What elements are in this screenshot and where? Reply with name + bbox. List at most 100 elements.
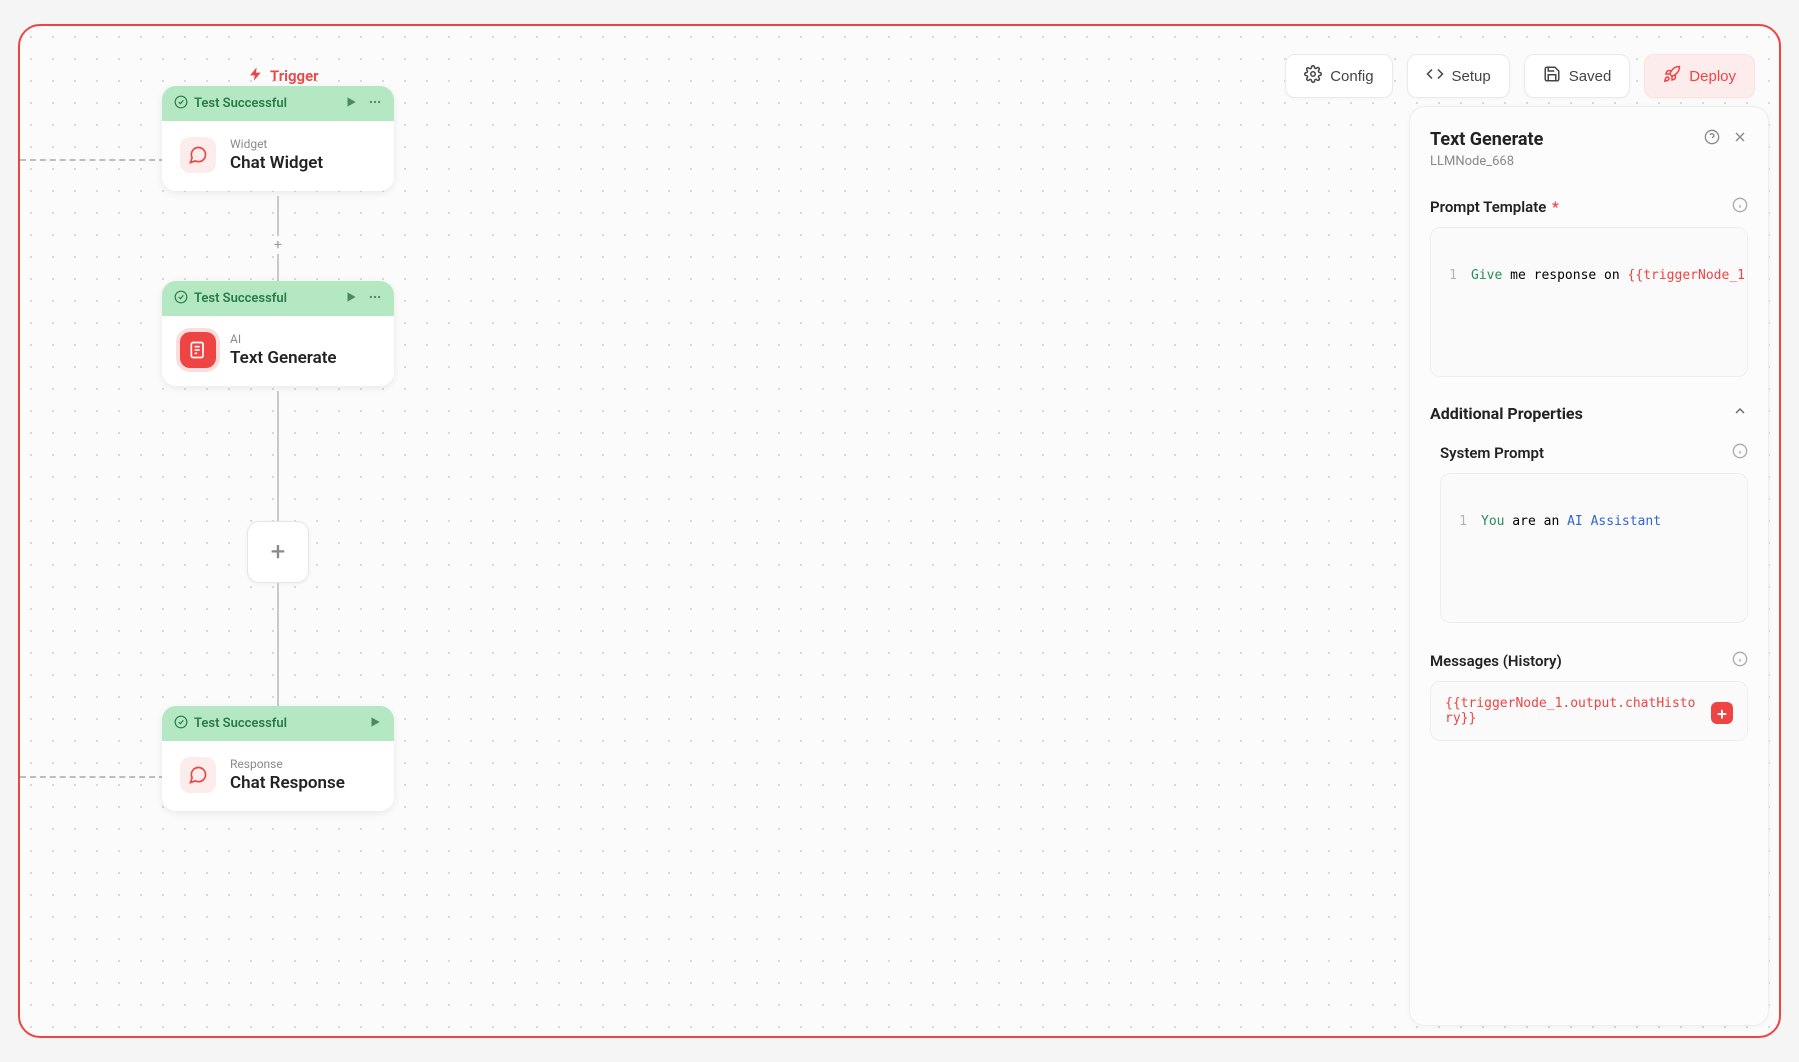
node-header-actions [368,714,382,733]
save-icon [1543,65,1561,87]
line-number: 1 [1431,268,1471,283]
node-chat-widget[interactable]: Test Successful Widget Chat Widget [162,86,394,191]
token-keyword: You [1481,514,1504,529]
rocket-icon [1663,65,1681,87]
add-connector-icon[interactable]: + [269,236,287,254]
deploy-button[interactable]: Deploy [1644,54,1755,98]
config-button[interactable]: Config [1285,54,1392,98]
additional-properties-accordion[interactable]: Additional Properties [1430,403,1748,423]
help-icon[interactable] [1704,129,1720,149]
panel-label-row: System Prompt [1440,443,1748,463]
play-icon[interactable] [344,289,358,308]
node-header-actions [344,94,382,113]
deploy-button-label: Deploy [1689,68,1736,85]
panel-header-actions [1704,129,1748,149]
node-status: Test Successful [174,95,287,113]
prompt-template-editor[interactable]: 1 Give me response on {{triggerNode_1.ou [1430,227,1748,377]
node-header: Test Successful [162,281,394,316]
check-circle-icon [174,95,188,113]
accordion-label: Additional Properties [1430,404,1583,423]
code-text: Give me response on {{triggerNode_1.ou [1471,268,1747,283]
check-circle-icon [174,715,188,733]
token-plain: are an [1504,514,1567,529]
ai-document-icon [180,332,216,368]
panel-header: Text Generate LLMNode_668 [1430,129,1748,169]
messages-history-value: {{triggerNode_1.output.chatHistory}} [1445,696,1701,726]
node-status: Test Successful [174,715,287,733]
messages-label: Messages (History) [1430,652,1562,670]
node-body: AI Text Generate [162,316,394,386]
prompt-template-label: Prompt Template * [1430,198,1559,216]
saved-button[interactable]: Saved [1524,54,1631,98]
code-text: You are an AI Assistant [1481,514,1747,529]
trigger-label: Trigger [248,66,319,86]
node-body: Response Chat Response [162,741,394,811]
node-header: Test Successful [162,86,394,121]
add-node-button[interactable]: + [247,521,309,583]
properties-panel: Text Generate LLMNode_668 Prompt Templat… [1409,106,1769,1026]
more-icon[interactable] [368,289,382,308]
node-texts: Response Chat Response [230,757,345,793]
node-title: Text Generate [230,348,337,368]
node-body: Widget Chat Widget [162,121,394,191]
node-title: Chat Response [230,773,345,793]
node-category: AI [230,332,337,346]
code-icon [1426,65,1444,87]
node-title: Chat Widget [230,153,323,173]
node-text-generate[interactable]: Test Successful AI Text Generate [162,281,394,386]
node-header-actions [344,289,382,308]
node-category: Widget [230,137,323,151]
bolt-icon [248,66,264,86]
chat-icon [180,757,216,793]
info-icon[interactable] [1732,443,1748,463]
connector-line [277,583,279,708]
dashed-connector-bottom [20,776,165,778]
node-status-text: Test Successful [194,96,287,111]
add-message-button[interactable]: + [1711,702,1733,724]
node-status-text: Test Successful [194,716,287,731]
system-prompt-section: System Prompt 1 You are an AI Assistant [1430,443,1748,623]
info-icon[interactable] [1732,651,1748,671]
more-icon[interactable] [368,94,382,113]
top-toolbar: Config Setup Saved Deploy [1285,54,1755,98]
trigger-label-text: Trigger [270,67,319,85]
panel-label-row: Prompt Template * [1430,197,1748,217]
token-plain: me response on [1502,268,1627,283]
workflow-canvas-frame: Config Setup Saved Deploy Trigger [18,24,1781,1038]
messages-history-section: Messages (History) {{triggerNode_1.outpu… [1430,651,1748,741]
system-prompt-editor[interactable]: 1 You are an AI Assistant [1440,473,1748,623]
required-marker: * [1552,198,1559,216]
dashed-connector-top [20,159,165,161]
token-variable: {{triggerNode_1.ou [1628,268,1747,283]
node-status: Test Successful [174,290,287,308]
token-identifier: AI Assistant [1567,514,1661,529]
play-icon[interactable] [368,714,382,733]
node-texts: AI Text Generate [230,332,337,368]
play-icon[interactable] [344,94,358,113]
check-circle-icon [174,290,188,308]
node-status-text: Test Successful [194,291,287,306]
messages-history-box[interactable]: {{triggerNode_1.output.chatHistory}} + [1430,681,1748,741]
close-icon[interactable] [1732,129,1748,149]
config-button-label: Config [1330,68,1373,85]
gear-icon [1304,65,1322,87]
panel-subtitle: LLMNode_668 [1430,154,1543,169]
prompt-template-label-text: Prompt Template [1430,198,1546,216]
prompt-template-section: Prompt Template * 1 Give me response on … [1430,197,1748,377]
system-prompt-label: System Prompt [1440,444,1544,462]
node-header: Test Successful [162,706,394,741]
node-texts: Widget Chat Widget [230,137,323,173]
node-chat-response[interactable]: Test Successful Response Chat Response [162,706,394,811]
saved-button-label: Saved [1569,68,1612,85]
panel-label-row: Messages (History) [1430,651,1748,671]
node-category: Response [230,757,345,771]
setup-button[interactable]: Setup [1407,54,1510,98]
code-line: 1 Give me response on {{triggerNode_1.ou [1431,268,1747,283]
connector-line [277,391,279,521]
code-line: 1 You are an AI Assistant [1441,514,1747,529]
chat-icon [180,137,216,173]
panel-title: Text Generate [1430,129,1543,150]
panel-title-block: Text Generate LLMNode_668 [1430,129,1543,169]
token-keyword: Give [1471,268,1502,283]
info-icon[interactable] [1732,197,1748,217]
